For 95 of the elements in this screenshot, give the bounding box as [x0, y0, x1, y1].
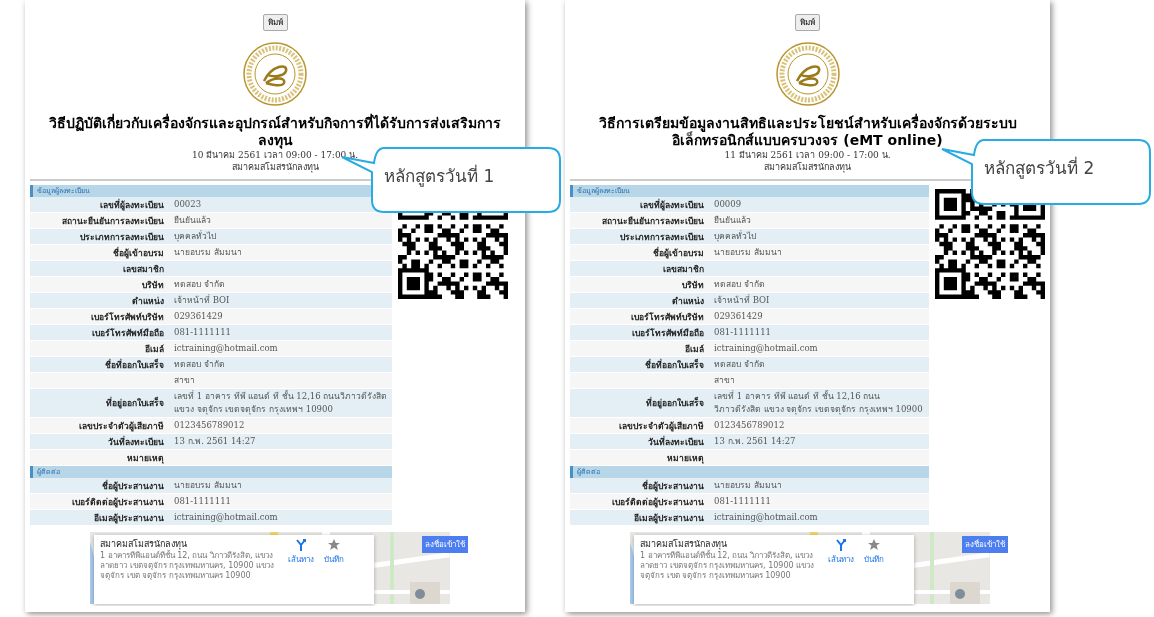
course-date: 11 มีนาคม 2561 เวลา 09:00 - 17:00 น.	[724, 149, 891, 161]
field-value: เลขที่ 1 อาคาร ทีพี แอนด์ ที ชั้น 12,16 ถนนวิภาวดีรังสิต แขวง จตุจักร เขตจตุจักร กรุงเทพฯ 10900	[173, 389, 389, 417]
save-button[interactable]: บันทึก	[864, 539, 884, 573]
field-value: ictraining@hotmail.com	[713, 342, 819, 355]
directions-button[interactable]: เส้นทาง	[288, 539, 314, 573]
field-label: ที่อยู่ออกใบเสร็จ	[105, 396, 165, 410]
field-label: อีเมลผู้ประสานงาน	[633, 511, 705, 525]
field-label: เบอร์โทรศัพท์มือถือ	[631, 326, 705, 340]
field-label: หมายเหตุ	[126, 451, 165, 465]
field-label: ชื่อผู้เข้าอบรม	[112, 246, 165, 260]
field-value: 029361429	[713, 310, 764, 323]
field-label: ที่อยู่ออกใบเสร็จ	[645, 396, 705, 410]
directions-icon	[295, 539, 307, 551]
field-value: ictraining@hotmail.com	[173, 342, 279, 355]
sign-in-button[interactable]: ลงชื่อเข้าใช้	[962, 536, 1008, 553]
field-label: ประเภทการลงทะเบียน	[79, 230, 165, 244]
field-value: นายอบรม สัมมนา	[713, 246, 783, 259]
field-label: เบอร์โทรศัพท์บริษัท	[90, 310, 165, 324]
print-button[interactable]: พิมพ์	[795, 14, 820, 31]
star-icon	[328, 539, 340, 551]
field-label: ประเภทการลงทะเบียน	[619, 230, 705, 244]
field-label: ชื่อผู้ประสานงาน	[101, 479, 165, 493]
field-value: สาขา	[713, 374, 736, 387]
field-label: ตำแหน่ง	[671, 294, 705, 308]
star-icon	[868, 539, 880, 551]
field-value: เลขที่ 1 อาคาร ทีพี แอนด์ ที ชั้น 12,16 ถนนวิภาวดีรังสิต แขวง จตุจักร เขตจตุจักร กรุงเทพฯ 10900	[713, 389, 924, 417]
field-value: ทดสอบ จำกัด	[173, 358, 226, 371]
field-value: 081-1111111	[173, 495, 232, 508]
place-name: สมาคมสโมสรนักลงทุน	[100, 539, 188, 550]
field-label: วันที่ลงทะเบียน	[647, 435, 705, 449]
field-value: บุคคลทั่วไป	[173, 229, 217, 244]
field-label: อีเมลผู้ประสานงาน	[93, 511, 165, 525]
field-label: เบอร์โทรศัพท์บริษัท	[630, 310, 705, 324]
field-value: บุคคลทั่วไป	[713, 229, 757, 244]
field-label: สถานะยืนยันการลงทะเบียน	[61, 214, 165, 228]
field-label: ชื่อที่ออกใบเสร็จ	[644, 357, 705, 372]
field-value: นายอบรม สัมมนา	[713, 479, 783, 492]
field-value: 13 ก.พ. 2561 14:27	[713, 435, 797, 448]
field-label: เบอร์ติดต่อผู้ประสานงาน	[71, 495, 165, 509]
course-title: วิธีการเตรียมข้อมูลงานสิทธิและประโยชน์สำหรับเครื่องจักรด้วยระบบอิเล็กทรอนิกส์แบบครบวงจร (eMT online)	[597, 115, 1018, 149]
field-label: เลขประจำตัวผู้เสียภาษี	[78, 419, 165, 433]
field-label: เบอร์โทรศัพท์มือถือ	[91, 326, 165, 340]
field-label: เบอร์ติดต่อผู้ประสานงาน	[611, 495, 705, 509]
field-value: 13 ก.พ. 2561 14:27	[173, 435, 257, 448]
logo-icon	[242, 41, 308, 107]
field-label: อีเมล์	[684, 342, 705, 356]
field-value: ยืนยันแล้ว	[173, 214, 212, 227]
place-name: สมาคมสโมสรนักลงทุน	[640, 539, 728, 550]
field-value: ictraining@hotmail.com	[713, 511, 819, 524]
course-date: 10 มีนาคม 2561 เวลา 09:00 - 17:00 น.	[191, 149, 359, 161]
field-value: 0123456789012	[713, 419, 786, 432]
field-value: เจ้าหน้าที่ BOI	[173, 293, 231, 307]
field-value: เจ้าหน้าที่ BOI	[713, 293, 771, 307]
field-label: ชื่อที่ออกใบเสร็จ	[104, 357, 165, 372]
field-value: 029361429	[173, 310, 224, 323]
place-address: 1 อาคารทีพีแอนด์ทีชั้น 12, ถนน วิภาวดีรังสิต, แขวงลาดยาว เขตจตุจักร กรุงเทพมหานคร, 10900 แขวง จตุจักร เขต จตุจักร กรุงเทพมหานคร 10900	[100, 551, 276, 581]
field-label: สถานะยืนยันการลงทะเบียน	[601, 214, 705, 228]
field-label: เลขสมาชิก	[122, 262, 165, 276]
directions-button[interactable]: เส้นทาง	[828, 539, 854, 573]
field-label: ชื่อผู้ประสานงาน	[641, 479, 705, 493]
field-label: บริษัท	[141, 278, 165, 292]
field-label: หมายเหตุ	[666, 451, 705, 465]
save-button[interactable]: บันทึก	[324, 539, 344, 573]
field-label: เลขที่ผู้ลงทะเบียน	[639, 198, 705, 212]
field-value: 081-1111111	[713, 326, 772, 339]
field-value: นายอบรม สัมมนา	[173, 479, 243, 492]
field-value: ictraining@hotmail.com	[173, 511, 279, 524]
field-value: 00009	[713, 198, 743, 211]
field-value: 081-1111111	[173, 326, 232, 339]
callout-text: หลักสูตรวันที่ 2	[984, 155, 1095, 181]
field-value: ทดสอบ จำกัด	[713, 278, 766, 291]
field-label: เลขสมาชิก	[662, 262, 705, 276]
field-label: เลขที่ผู้ลงทะเบียน	[99, 198, 165, 212]
print-button[interactable]: พิมพ์	[262, 14, 288, 31]
field-value: นายอบรม สัมมนา	[173, 246, 243, 259]
field-label: วันที่ลงทะเบียน	[107, 435, 165, 449]
field-label: ตำแหน่ง	[131, 294, 165, 308]
field-value: ทดสอบ จำกัด	[713, 358, 766, 371]
field-value: ทดสอบ จำกัด	[173, 278, 226, 291]
place-address: 1 อาคารทีพีแอนด์ทีชั้น 12, ถนน วิภาวดีรังสิต, แขวงลาดยาว เขตจตุจักร กรุงเทพมหานคร, 10900 แขวง จตุจักร เขต จตุจักร กรุงเทพมหานคร 10900	[640, 551, 816, 581]
field-value: 081-1111111	[713, 495, 772, 508]
directions-icon	[835, 539, 847, 551]
sign-in-button[interactable]: ลงชื่อเข้าใช้	[422, 536, 468, 553]
course-venue: สมาคมสโมสรนักลงทุน	[764, 161, 851, 173]
field-value: ยืนยันแล้ว	[713, 214, 752, 227]
field-label: ชื่อผู้เข้าอบรม	[652, 246, 705, 260]
field-label: เลขประจำตัวผู้เสียภาษี	[618, 419, 705, 433]
course-venue: สมาคมสโมสรนักลงทุน	[231, 161, 319, 173]
field-value: 0123456789012	[173, 419, 246, 432]
field-value: สาขา	[173, 374, 196, 387]
logo-icon	[774, 41, 841, 107]
field-label: อีเมล์	[144, 342, 165, 356]
field-label: บริษัท	[681, 278, 705, 292]
course-title: วิธีปฏิบัติเกี่ยวกับเครื่องจักรและอุปกรณ์สำหรับกิจการที่ได้รับการส่งเสริมการลงทุน	[48, 115, 502, 149]
field-value: 00023	[173, 198, 203, 211]
